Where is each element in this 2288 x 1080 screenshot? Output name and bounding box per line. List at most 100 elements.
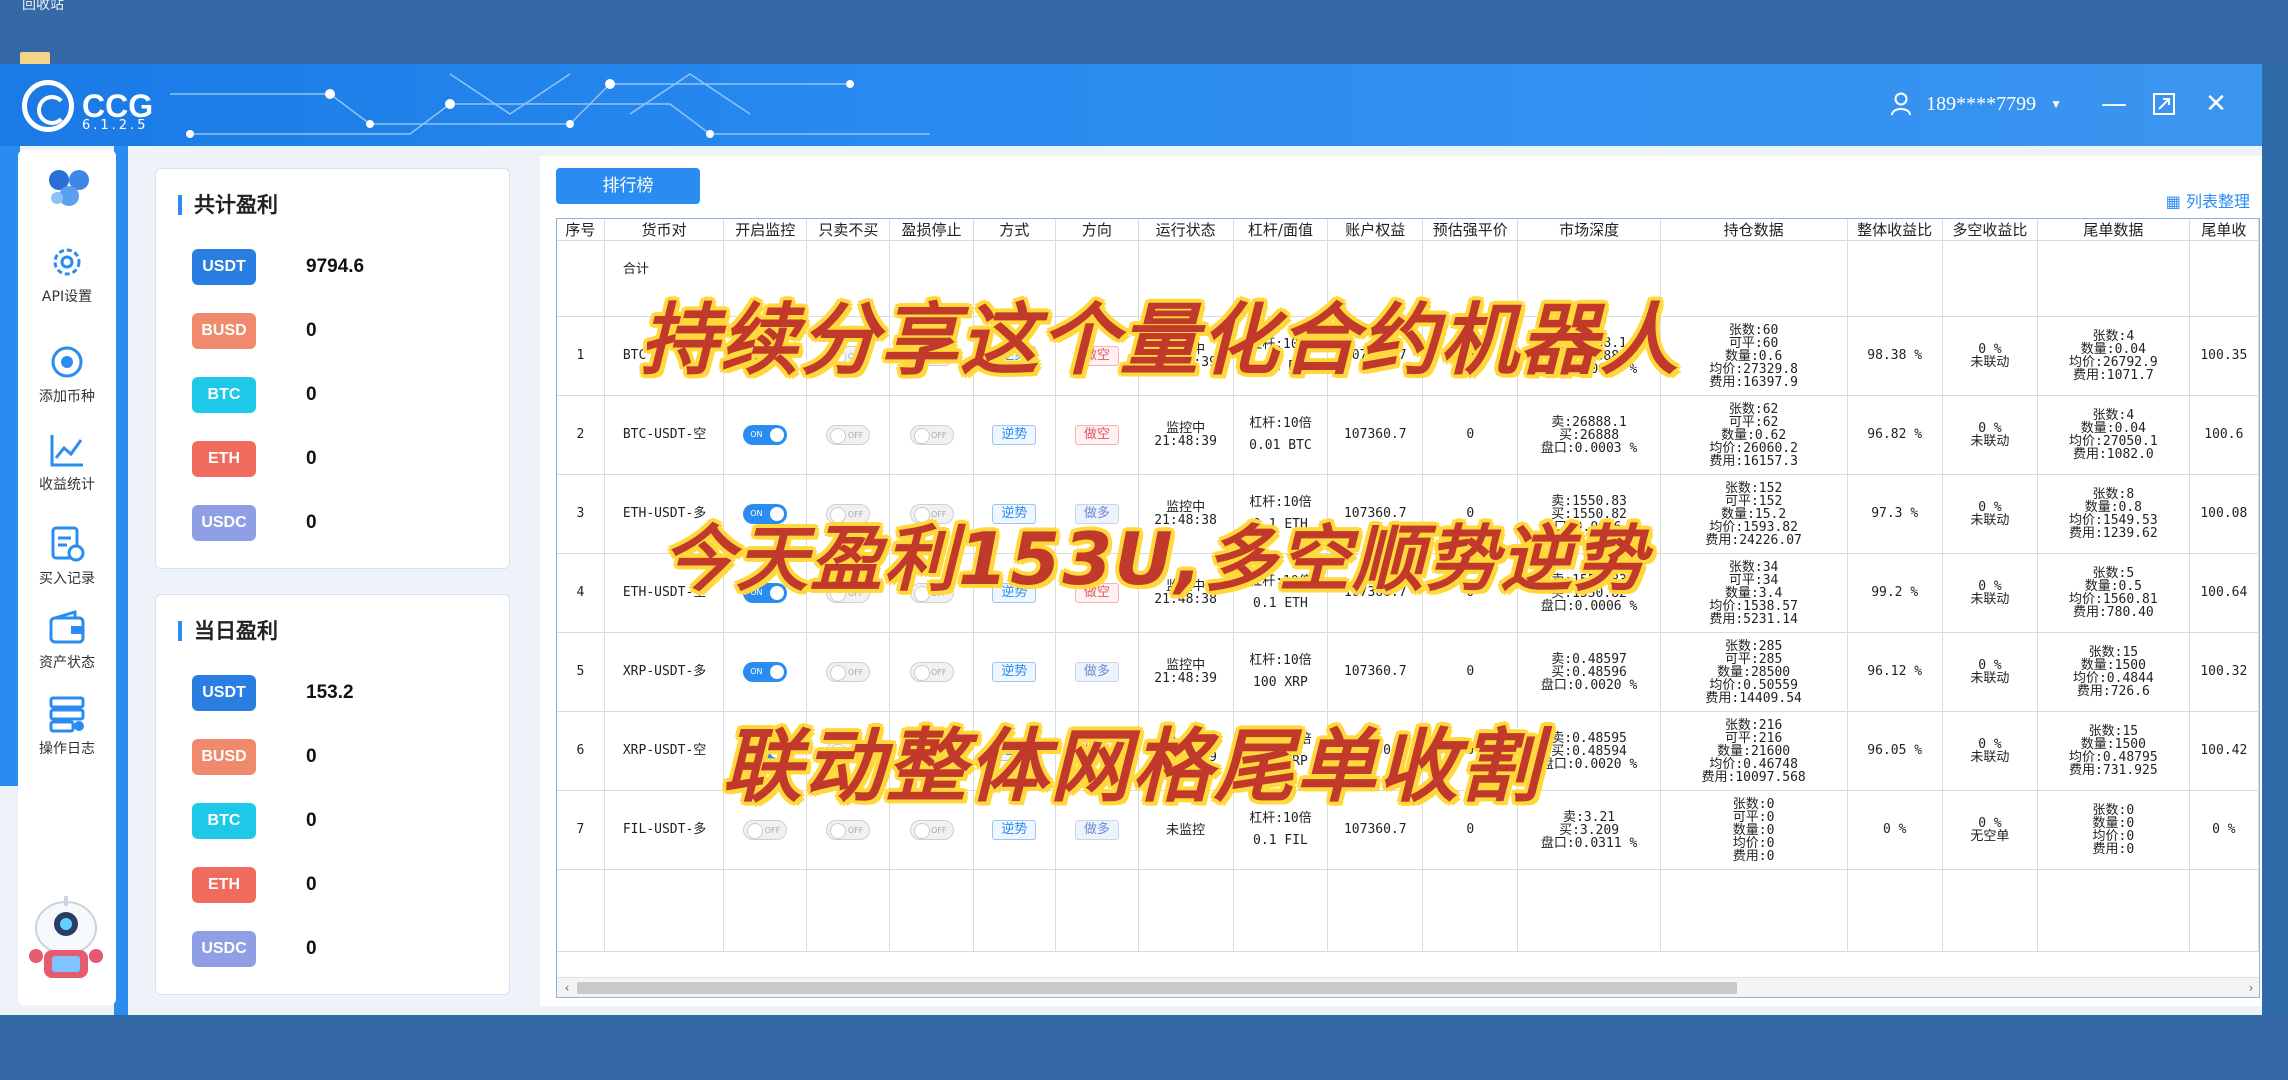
column-header[interactable]: 序号 — [557, 219, 605, 241]
column-header[interactable]: 尾单数据 — [2037, 219, 2190, 241]
horizontal-scrollbar[interactable]: ‹ › — [557, 977, 2259, 997]
direction-tag[interactable]: 做空 — [1074, 425, 1119, 445]
table-cell — [1942, 869, 2039, 952]
cell-line: 杠杆:10倍 — [1249, 416, 1312, 431]
stop-loss-toggle[interactable]: OFF — [909, 662, 954, 682]
direction-cell: 做多 — [1055, 632, 1139, 712]
table-row[interactable]: 2 BTC-USDT-空 ON OFF OFF 逆势 做空 监控中 21:48:39 杠杆:10倍… — [557, 395, 2259, 475]
monitor-cell: ON — [723, 395, 808, 475]
app-name: CCG — [82, 88, 154, 124]
nav-label: 操作日志 — [39, 741, 95, 757]
column-header[interactable]: 方式 — [973, 219, 1057, 241]
nav-profit-stats[interactable]: 收益统计 — [18, 430, 116, 494]
cell-line: 未联动 — [1970, 434, 2010, 449]
tail-cell: 张数:15 数量:1500 均价:0.48795 费用:731.925 — [2037, 711, 2190, 791]
mode-tag[interactable]: 逆势 — [992, 820, 1037, 840]
pair-cell: XRP-USDT-多 — [604, 632, 725, 712]
column-header[interactable]: 整体收益比 — [1847, 219, 1943, 241]
coin-value: 153.2 — [306, 682, 354, 703]
column-header[interactable]: 盈损停止 — [889, 219, 974, 241]
column-header[interactable]: 货币对 — [604, 219, 725, 241]
cell-line: 可平:152 — [1724, 493, 1783, 509]
cell-line: 数量:3.4 — [1724, 585, 1783, 601]
nav-buy-records[interactable]: 买入记录 — [18, 524, 116, 588]
cell-line: 均价:1593.82 — [1709, 519, 1798, 535]
stop-loss-toggle[interactable]: OFF — [909, 820, 954, 840]
cell-line: 费用:5231.14 — [1709, 611, 1798, 627]
column-header[interactable]: 只卖不买 — [806, 219, 891, 241]
cell-line: 未联动 — [1970, 355, 2010, 370]
nav-asset-status[interactable]: 资产状态 — [18, 608, 116, 672]
sell-only-toggle[interactable]: OFF — [826, 662, 871, 682]
tail-cell: 张数:5 数量:0.5 均价:1560.81 费用:780.40 — [2037, 553, 2190, 633]
column-header[interactable]: 多空收益比 — [1942, 219, 2039, 241]
nav-api-settings[interactable]: API设置 — [18, 242, 116, 306]
scroll-left-icon[interactable]: ‹ — [557, 978, 577, 997]
stop-loss-toggle[interactable]: OFF — [909, 425, 954, 445]
coin-value: 9794.6 — [306, 256, 365, 277]
scroll-thumb[interactable] — [577, 982, 1737, 994]
scroll-right-icon[interactable]: › — [2241, 978, 2259, 997]
cell-line: 张数:60 — [1728, 322, 1779, 338]
maximize-icon[interactable] — [2146, 86, 2182, 122]
nav-label: 买入记录 — [39, 571, 95, 587]
column-header[interactable]: 预估强平价 — [1422, 219, 1519, 241]
direction-tag[interactable]: 做多 — [1074, 820, 1119, 840]
table-cell — [973, 869, 1057, 952]
table-cell — [1847, 869, 1943, 952]
row-index: 7 — [576, 822, 585, 837]
caption-line-1: 持续分享这个量化合约机器人 — [640, 296, 1681, 386]
monitor-toggle[interactable]: ON — [743, 425, 788, 445]
list-setting-link[interactable]: ▦ 列表整理 — [2166, 188, 2250, 212]
close-icon[interactable]: ✕ — [2198, 86, 2234, 122]
desktop-icon-label[interactable]: 回收站 — [22, 0, 64, 14]
table-cell — [2037, 869, 2190, 952]
nav-operation-log[interactable]: 操作日志 — [18, 694, 116, 758]
table-cell — [889, 869, 974, 952]
status-cell: 监控中 21:48:39 — [1138, 395, 1234, 475]
monitor-toggle[interactable]: ON — [743, 662, 788, 682]
column-header[interactable]: 账户权益 — [1327, 219, 1424, 241]
column-header[interactable]: 尾单收 — [2189, 219, 2259, 241]
coin-row: BTC 0 — [192, 377, 317, 413]
table-cell — [1422, 869, 1519, 952]
column-header[interactable]: 持仓数据 — [1660, 219, 1848, 241]
sell-only-toggle[interactable]: OFF — [826, 425, 871, 445]
side-nav: API设置 添加币种 收益统计 买入记录 资产状态 操作日志 — [18, 150, 116, 1005]
mode-tag[interactable]: 逆势 — [992, 662, 1037, 682]
mode-tag[interactable]: 逆势 — [992, 425, 1037, 445]
cell-line: 费用:10097.568 — [1701, 769, 1806, 785]
coin-row: USDC 0 — [192, 505, 317, 541]
cell-line: 费用:1239.62 — [2069, 526, 2158, 541]
column-header[interactable]: 杠杆/面值 — [1233, 219, 1329, 241]
robot-mascot-icon[interactable] — [24, 894, 108, 984]
circuit-decoration — [170, 73, 930, 138]
liq-cell: 0 — [1422, 632, 1519, 712]
column-header[interactable]: 运行状态 — [1138, 219, 1234, 241]
user-icon — [1891, 92, 1912, 116]
coin-row: ETH 0 — [192, 441, 317, 477]
ranking-button[interactable]: 排行榜 — [556, 168, 700, 204]
column-header[interactable]: 开启监控 — [723, 219, 808, 241]
table-row[interactable]: 5 XRP-USDT-多 ON OFF OFF 逆势 做多 监控中 21:48:39 杠杆:10倍… — [557, 632, 2259, 712]
direction-tag[interactable]: 做多 — [1074, 662, 1119, 682]
cell-line: 0.01 BTC — [1249, 438, 1312, 453]
minimize-icon[interactable]: — — [2096, 86, 2132, 122]
column-header[interactable]: 方向 — [1055, 219, 1139, 241]
table-cell — [1660, 240, 1848, 317]
monitor-toggle[interactable]: OFF — [743, 820, 788, 840]
sell-only-toggle[interactable]: OFF — [826, 820, 871, 840]
index-cell: 3 — [557, 474, 605, 554]
cell-line: 张数:285 — [1724, 638, 1783, 654]
column-header[interactable]: 市场深度 — [1517, 219, 1661, 241]
table-cell — [2189, 869, 2259, 952]
mode-cell: 逆势 — [973, 632, 1057, 712]
user-menu[interactable]: 189****7799 ▼ — [1890, 92, 2062, 116]
wallet-icon — [49, 609, 85, 644]
nav-add-coin[interactable]: 添加币种 — [18, 342, 116, 406]
position-cell: 张数:0 可平:0 数量:0 均价:0 费用:0 — [1660, 790, 1848, 870]
cell-line: 未联动 — [1970, 513, 2010, 528]
table-cell — [2189, 240, 2259, 317]
sell-only-cell: OFF — [806, 632, 891, 712]
leverage-cell: 杠杆:10倍 100 XRP — [1233, 632, 1329, 712]
